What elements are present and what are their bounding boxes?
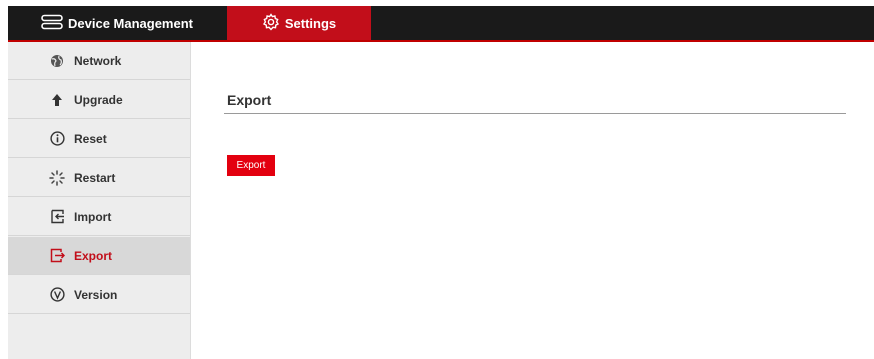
sidebar-item-import[interactable]: Import (8, 198, 190, 236)
export-button[interactable]: Export (227, 155, 275, 176)
server-icon (41, 14, 68, 33)
sidebar-item-label: Export (74, 248, 113, 263)
info-icon (46, 131, 68, 146)
tab-label: Settings (284, 15, 337, 31)
title-divider (224, 113, 846, 114)
sidebar-item-label: Import (74, 209, 112, 224)
sidebar-item-restart[interactable]: Restart (8, 159, 190, 197)
tab-label: Device Management (68, 15, 193, 31)
sidebar-item-reset[interactable]: Reset (8, 120, 190, 158)
top-navigation-bar: Device Management Settings (8, 6, 874, 42)
tab-device-management[interactable]: Device Management (8, 6, 226, 40)
sidebar-item-export[interactable]: Export (8, 237, 190, 275)
sidebar-item-label: Reset (74, 131, 107, 146)
sidebar: Network Upgrade Reset Restart Import Exp… (8, 42, 191, 359)
loading-icon (46, 169, 68, 186)
sidebar-item-network[interactable]: Network (8, 42, 190, 80)
import-icon (46, 209, 68, 224)
sidebar-item-label: Version (74, 287, 118, 302)
sidebar-item-label: Restart (74, 170, 116, 185)
export-icon (46, 248, 68, 263)
sidebar-item-label: Network (74, 53, 122, 68)
gear-icon (262, 12, 285, 34)
version-icon (46, 287, 68, 302)
tab-settings[interactable]: Settings (227, 6, 371, 40)
globe-icon (46, 54, 68, 68)
arrow-up-icon (46, 93, 68, 107)
sidebar-item-label: Upgrade (74, 92, 123, 107)
sidebar-item-version[interactable]: Version (8, 276, 190, 314)
page-title: Export (227, 92, 272, 108)
sidebar-item-upgrade[interactable]: Upgrade (8, 81, 190, 119)
